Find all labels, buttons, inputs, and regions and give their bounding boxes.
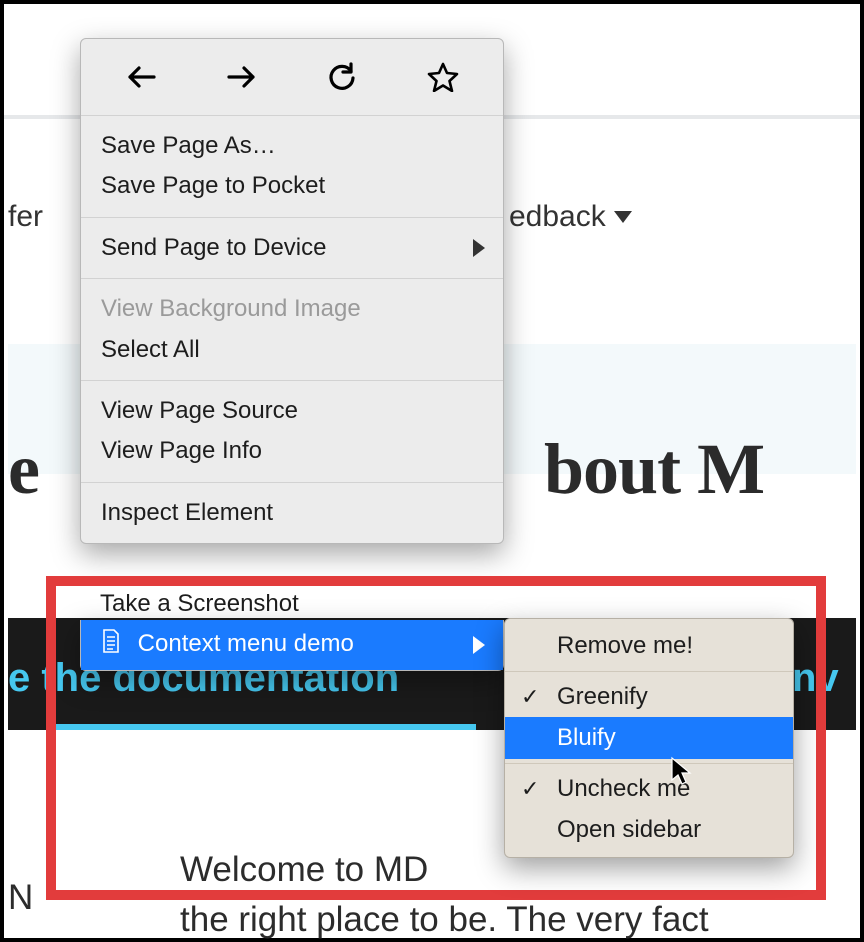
- context-menu-extension-row[interactable]: Context menu demo: [80, 620, 504, 671]
- submenu-separator: [505, 671, 793, 672]
- body-text-line-2: the right place to be. The very fact: [180, 900, 709, 940]
- context-submenu[interactable]: Remove me! ✓ Greenify Bluify ✓ Uncheck m…: [504, 618, 794, 858]
- submenu-separator: [505, 763, 793, 764]
- menu-item-view-bg-image: View Background Image: [81, 289, 503, 329]
- reload-button[interactable]: [314, 55, 370, 99]
- body-text-n-fragment: N: [8, 878, 33, 918]
- documentation-link-right[interactable]: nv: [792, 656, 839, 701]
- menu-item-context-menu-demo[interactable]: Context menu demo: [81, 620, 503, 670]
- nav-dropdown-label: edback: [509, 200, 606, 234]
- submenu-item-open-sidebar[interactable]: Open sidebar: [505, 809, 793, 851]
- submenu-item-label: Uncheck me: [557, 775, 690, 802]
- menu-item-send-to-device[interactable]: Send Page to Device: [81, 228, 503, 268]
- reload-icon: [327, 62, 357, 92]
- documentation-link-underline: [56, 724, 476, 730]
- submenu-item-uncheck-me[interactable]: ✓ Uncheck me: [505, 768, 793, 810]
- submenu-item-greenify[interactable]: ✓ Greenify: [505, 676, 793, 718]
- submenu-arrow-icon: [473, 239, 485, 257]
- page-heading-left-fragment: e: [8, 428, 39, 511]
- caret-down-icon: [614, 211, 632, 223]
- context-menu[interactable]: Save Page As… Save Page to Pocket Send P…: [80, 38, 504, 544]
- forward-button[interactable]: [214, 55, 270, 99]
- bookmark-button[interactable]: [415, 55, 471, 99]
- check-icon: ✓: [521, 774, 539, 805]
- page-heading-right-fragment: bout M: [544, 428, 764, 511]
- back-button[interactable]: [113, 55, 169, 99]
- document-icon: [101, 629, 121, 662]
- menu-item-save-page-as[interactable]: Save Page As…: [81, 126, 503, 166]
- star-icon: [427, 62, 459, 92]
- menu-item-select-all[interactable]: Select All: [81, 330, 503, 370]
- menu-item-save-to-pocket[interactable]: Save Page to Pocket: [81, 166, 503, 206]
- menu-item-inspect-element[interactable]: Inspect Element: [81, 493, 503, 533]
- menu-item-label: Send Page to Device: [101, 234, 326, 261]
- submenu-item-bluify[interactable]: Bluify: [505, 717, 793, 759]
- back-icon: [126, 63, 156, 91]
- forward-icon: [227, 63, 257, 91]
- context-menu-toolbar: [81, 39, 503, 116]
- submenu-item-label: Greenify: [557, 683, 648, 710]
- nav-item-fragment: fer: [8, 200, 43, 234]
- submenu-item-remove-me[interactable]: Remove me!: [505, 625, 793, 667]
- submenu-arrow-icon: [473, 636, 485, 654]
- nav-dropdown-feedback[interactable]: edback: [509, 200, 632, 234]
- menu-item-label: Context menu demo: [138, 630, 354, 657]
- menu-item-view-page-info[interactable]: View Page Info: [81, 431, 503, 471]
- check-icon: ✓: [521, 682, 539, 713]
- menu-item-view-source[interactable]: View Page Source: [81, 391, 503, 431]
